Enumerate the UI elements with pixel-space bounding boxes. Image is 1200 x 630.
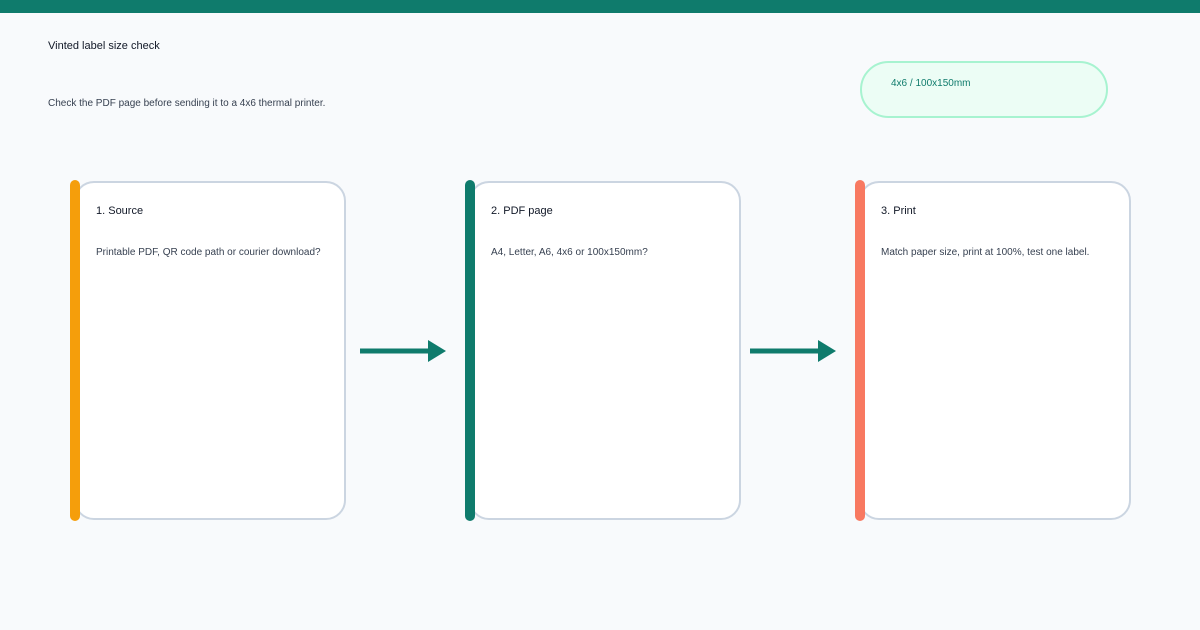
step-card-pdf-page: 2. PDF page A4, Letter, A6, 4x6 or 100x1… — [469, 181, 741, 520]
label-size-badge-text: 4x6 / 100x150mm — [891, 78, 971, 89]
step-title-source: 1. Source — [96, 205, 144, 217]
brand-top-bar — [0, 0, 1200, 13]
page-subtitle: Check the PDF page before sending it to … — [48, 98, 326, 109]
page-title: Vinted label size check — [48, 40, 160, 52]
arrow-right-icon — [750, 340, 836, 362]
step-description-source: Printable PDF, QR code path or courier d… — [96, 247, 321, 258]
label-size-badge: 4x6 / 100x150mm — [860, 61, 1108, 118]
step-title-pdf-page: 2. PDF page — [491, 205, 553, 217]
step-description-print: Match paper size, print at 100%, test on… — [881, 247, 1090, 258]
step-accent-source — [70, 180, 80, 521]
step-accent-pdf-page — [465, 180, 475, 521]
step-accent-print — [855, 180, 865, 521]
step-card-print: 3. Print Match paper size, print at 100%… — [859, 181, 1131, 520]
step-description-pdf-page: A4, Letter, A6, 4x6 or 100x150mm? — [491, 247, 648, 258]
arrow-right-icon — [360, 340, 446, 362]
step-title-print: 3. Print — [881, 205, 916, 217]
step-card-source: 1. Source Printable PDF, QR code path or… — [74, 181, 346, 520]
